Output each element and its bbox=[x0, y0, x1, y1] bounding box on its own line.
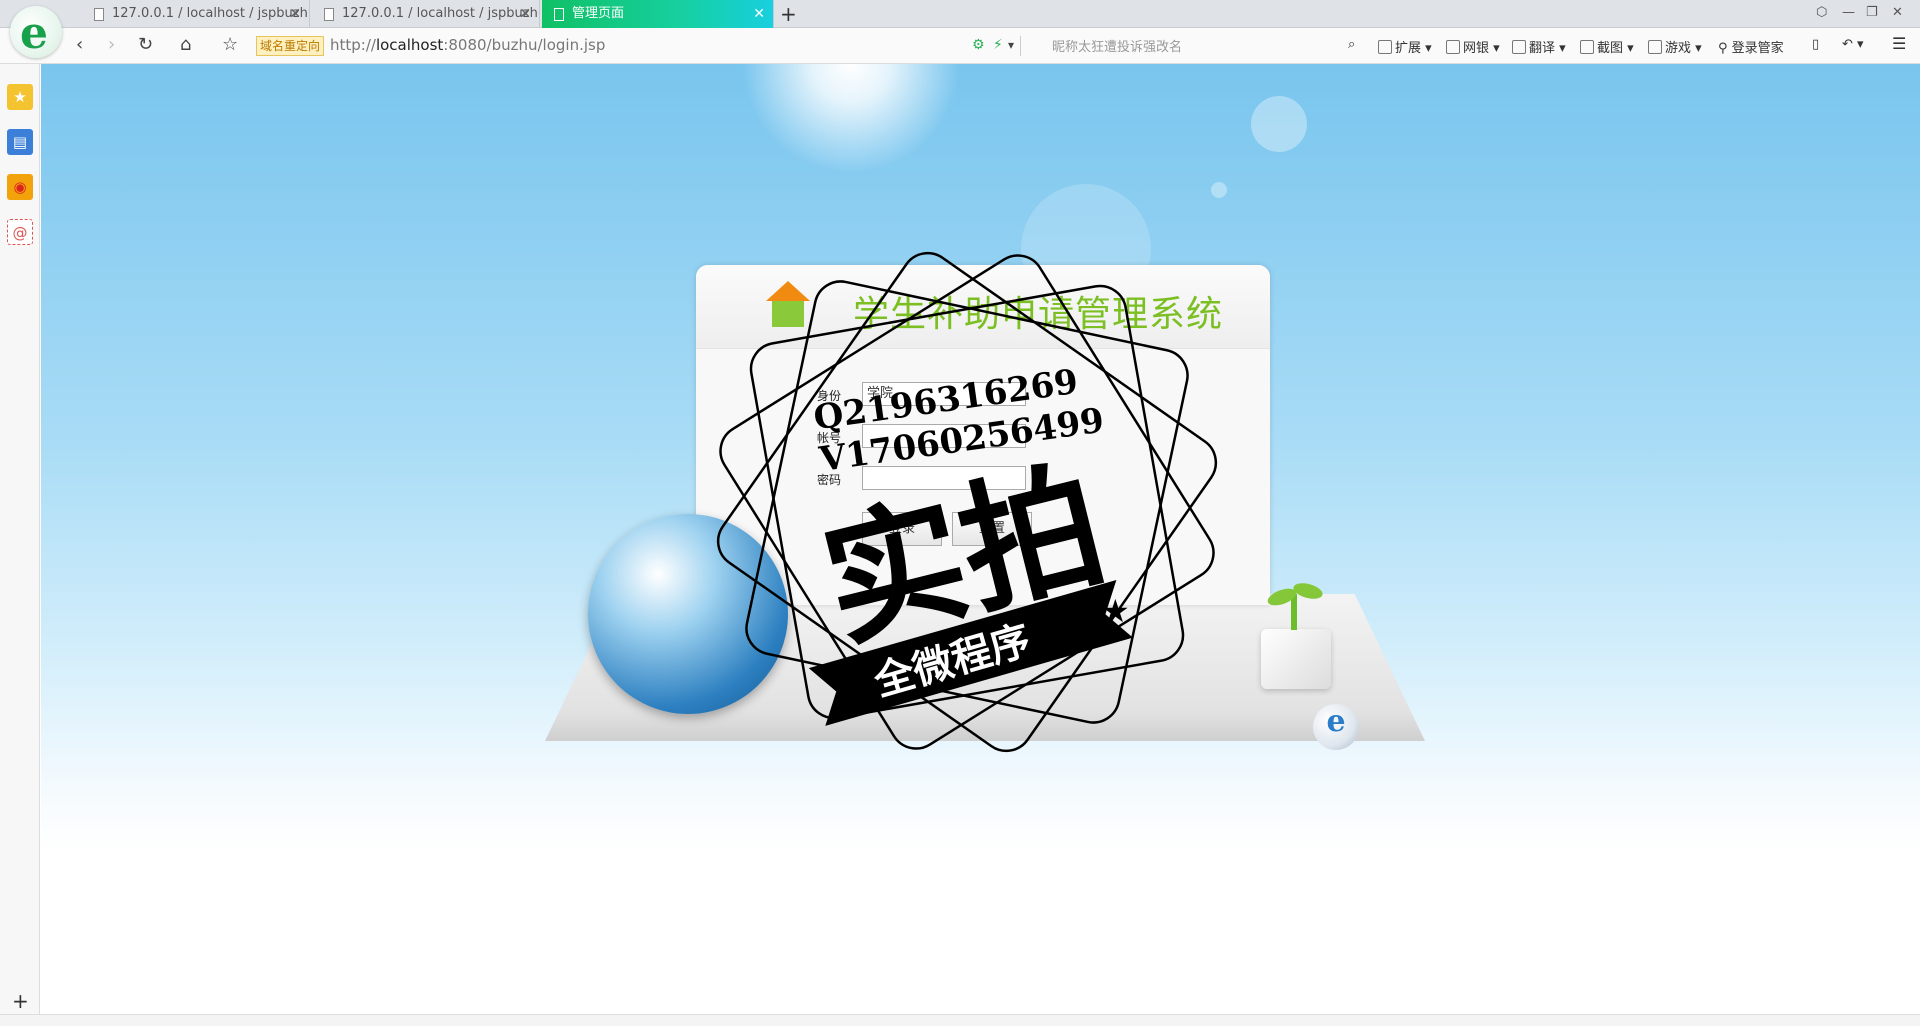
identity-label: 身份 bbox=[817, 389, 842, 403]
url-field[interactable]: http://localhost:8080/buzhu/login.jsp bbox=[330, 36, 605, 54]
account-input[interactable] bbox=[862, 424, 1026, 448]
back-icon[interactable]: ‹ bbox=[76, 34, 83, 55]
login-manager-button[interactable]: ⚲ 登录管家 bbox=[1718, 37, 1784, 56]
lens-flare bbox=[1211, 182, 1227, 198]
reset-button[interactable]: 重置 bbox=[952, 512, 1032, 546]
new-tab-icon[interactable]: + bbox=[780, 2, 797, 26]
reading-list-icon[interactable]: ▤ bbox=[7, 129, 33, 155]
tab-2[interactable]: 127.0.0.1 / localhost / jspbuzhu ✕ bbox=[312, 0, 540, 28]
lightning-icon[interactable]: ⚡ bbox=[993, 37, 1003, 53]
speed-icon[interactable]: ⚙ bbox=[972, 37, 985, 53]
ie-ball-icon: e bbox=[1313, 704, 1359, 750]
login-panel: 学生补助申请管理系统 身份 学院 帐号 密码 登录 重置 bbox=[696, 265, 1270, 605]
page-content: 学生补助申请管理系统 身份 学院 帐号 密码 登录 重置 e Q21963162… bbox=[41, 64, 1920, 1014]
tab-1[interactable]: 127.0.0.1 / localhost / jspbuzhu ✕ bbox=[82, 0, 310, 28]
close-icon[interactable]: ✕ bbox=[289, 0, 301, 28]
panel-header: 学生补助申请管理系统 bbox=[696, 265, 1270, 349]
login-manager-label: 登录管家 bbox=[1731, 41, 1784, 56]
address-toolbar: ‹ › ↻ ⌂ ☆ 域名重定向 http://localhost:8080/bu… bbox=[0, 28, 1920, 64]
home-icon[interactable]: ⌂ bbox=[180, 34, 191, 55]
login-button[interactable]: 登录 bbox=[862, 512, 942, 546]
sidebar: ★ ▤ ◉ @ + bbox=[0, 64, 40, 1014]
close-window-icon[interactable]: ✕ bbox=[1892, 5, 1903, 20]
close-icon[interactable]: ✕ bbox=[753, 0, 765, 28]
menu-icon[interactable]: ☰ bbox=[1892, 34, 1906, 53]
extend-button[interactable]: 扩展 ▾ bbox=[1378, 37, 1432, 56]
divider bbox=[1020, 36, 1021, 56]
netbank-button[interactable]: 网银 ▾ bbox=[1446, 37, 1500, 56]
restore-icon[interactable]: ❐ bbox=[1866, 5, 1878, 20]
url-host: localhost bbox=[375, 36, 444, 54]
lens-flare bbox=[1251, 96, 1307, 152]
weibo-icon[interactable]: ◉ bbox=[7, 174, 33, 200]
tab-label: 127.0.0.1 / localhost / jspbuzhu bbox=[342, 6, 540, 21]
tab-label: 管理页面 bbox=[572, 6, 625, 21]
forward-icon[interactable]: › bbox=[108, 34, 115, 55]
search-input[interactable]: 昵称太狂遭投诉强改名 bbox=[1052, 36, 1182, 55]
tab-3[interactable]: 管理页面 ✕ bbox=[542, 0, 774, 28]
bookmark-icon[interactable]: ▯ bbox=[1812, 37, 1819, 52]
key-icon: ⚲ bbox=[1718, 41, 1728, 56]
favorite-star-icon[interactable]: ☆ bbox=[222, 34, 238, 55]
url-prefix: http:// bbox=[330, 36, 376, 54]
translate-icon bbox=[1512, 40, 1526, 54]
translate-button[interactable]: 翻译 ▾ bbox=[1512, 37, 1566, 56]
chevron-down-icon[interactable]: ▾ bbox=[1008, 38, 1014, 52]
games-icon bbox=[1648, 40, 1662, 54]
minimize-icon[interactable]: — bbox=[1842, 5, 1855, 20]
cube-image bbox=[1261, 629, 1331, 689]
house-logo-icon bbox=[766, 281, 810, 329]
page-icon bbox=[324, 8, 334, 21]
screenshot-button[interactable]: 截图 ▾ bbox=[1580, 37, 1634, 56]
search-icon[interactable]: ⌕ bbox=[1348, 37, 1355, 52]
tab-label: 127.0.0.1 / localhost / jspbuzhu bbox=[112, 6, 310, 21]
status-bar bbox=[0, 1014, 1920, 1026]
password-label: 密码 bbox=[817, 473, 842, 487]
translate-label: 翻译 bbox=[1529, 41, 1556, 56]
extend-icon bbox=[1378, 40, 1392, 54]
close-icon[interactable]: ✕ bbox=[519, 0, 531, 28]
tab-bar: e 127.0.0.1 / localhost / jspbuzhu ✕ 127… bbox=[0, 0, 1920, 59]
favorites-star-icon[interactable]: ★ bbox=[7, 84, 33, 110]
sun-glare bbox=[741, 64, 961, 174]
refresh-icon[interactable]: ↻ bbox=[138, 34, 153, 55]
games-button[interactable]: 游戏 ▾ bbox=[1648, 37, 1702, 56]
redirect-badge: 域名重定向 bbox=[256, 36, 325, 56]
screenshot-label: 截图 bbox=[1597, 41, 1624, 56]
password-input[interactable] bbox=[862, 466, 1026, 490]
page-icon bbox=[94, 8, 104, 21]
skin-icon[interactable]: ⬡ bbox=[1816, 5, 1827, 20]
account-label: 帐号 bbox=[817, 431, 842, 445]
undo-icon[interactable]: ↶ ▾ bbox=[1842, 37, 1864, 52]
netbank-label: 网银 bbox=[1463, 41, 1490, 56]
mail-icon[interactable]: @ bbox=[7, 219, 33, 245]
games-label: 游戏 bbox=[1665, 41, 1692, 56]
browser-logo-icon[interactable]: e bbox=[10, 6, 62, 59]
page-icon bbox=[554, 8, 564, 21]
system-title: 学生补助申请管理系统 bbox=[853, 294, 1224, 335]
identity-select[interactable]: 学院 bbox=[862, 382, 1026, 406]
screenshot-icon bbox=[1580, 40, 1594, 54]
sidebar-add-icon[interactable]: + bbox=[12, 989, 29, 1013]
extend-label: 扩展 bbox=[1395, 41, 1422, 56]
globe-image bbox=[588, 514, 788, 714]
shield-icon bbox=[1446, 40, 1460, 54]
url-rest: :8080/buzhu/login.jsp bbox=[443, 36, 606, 54]
